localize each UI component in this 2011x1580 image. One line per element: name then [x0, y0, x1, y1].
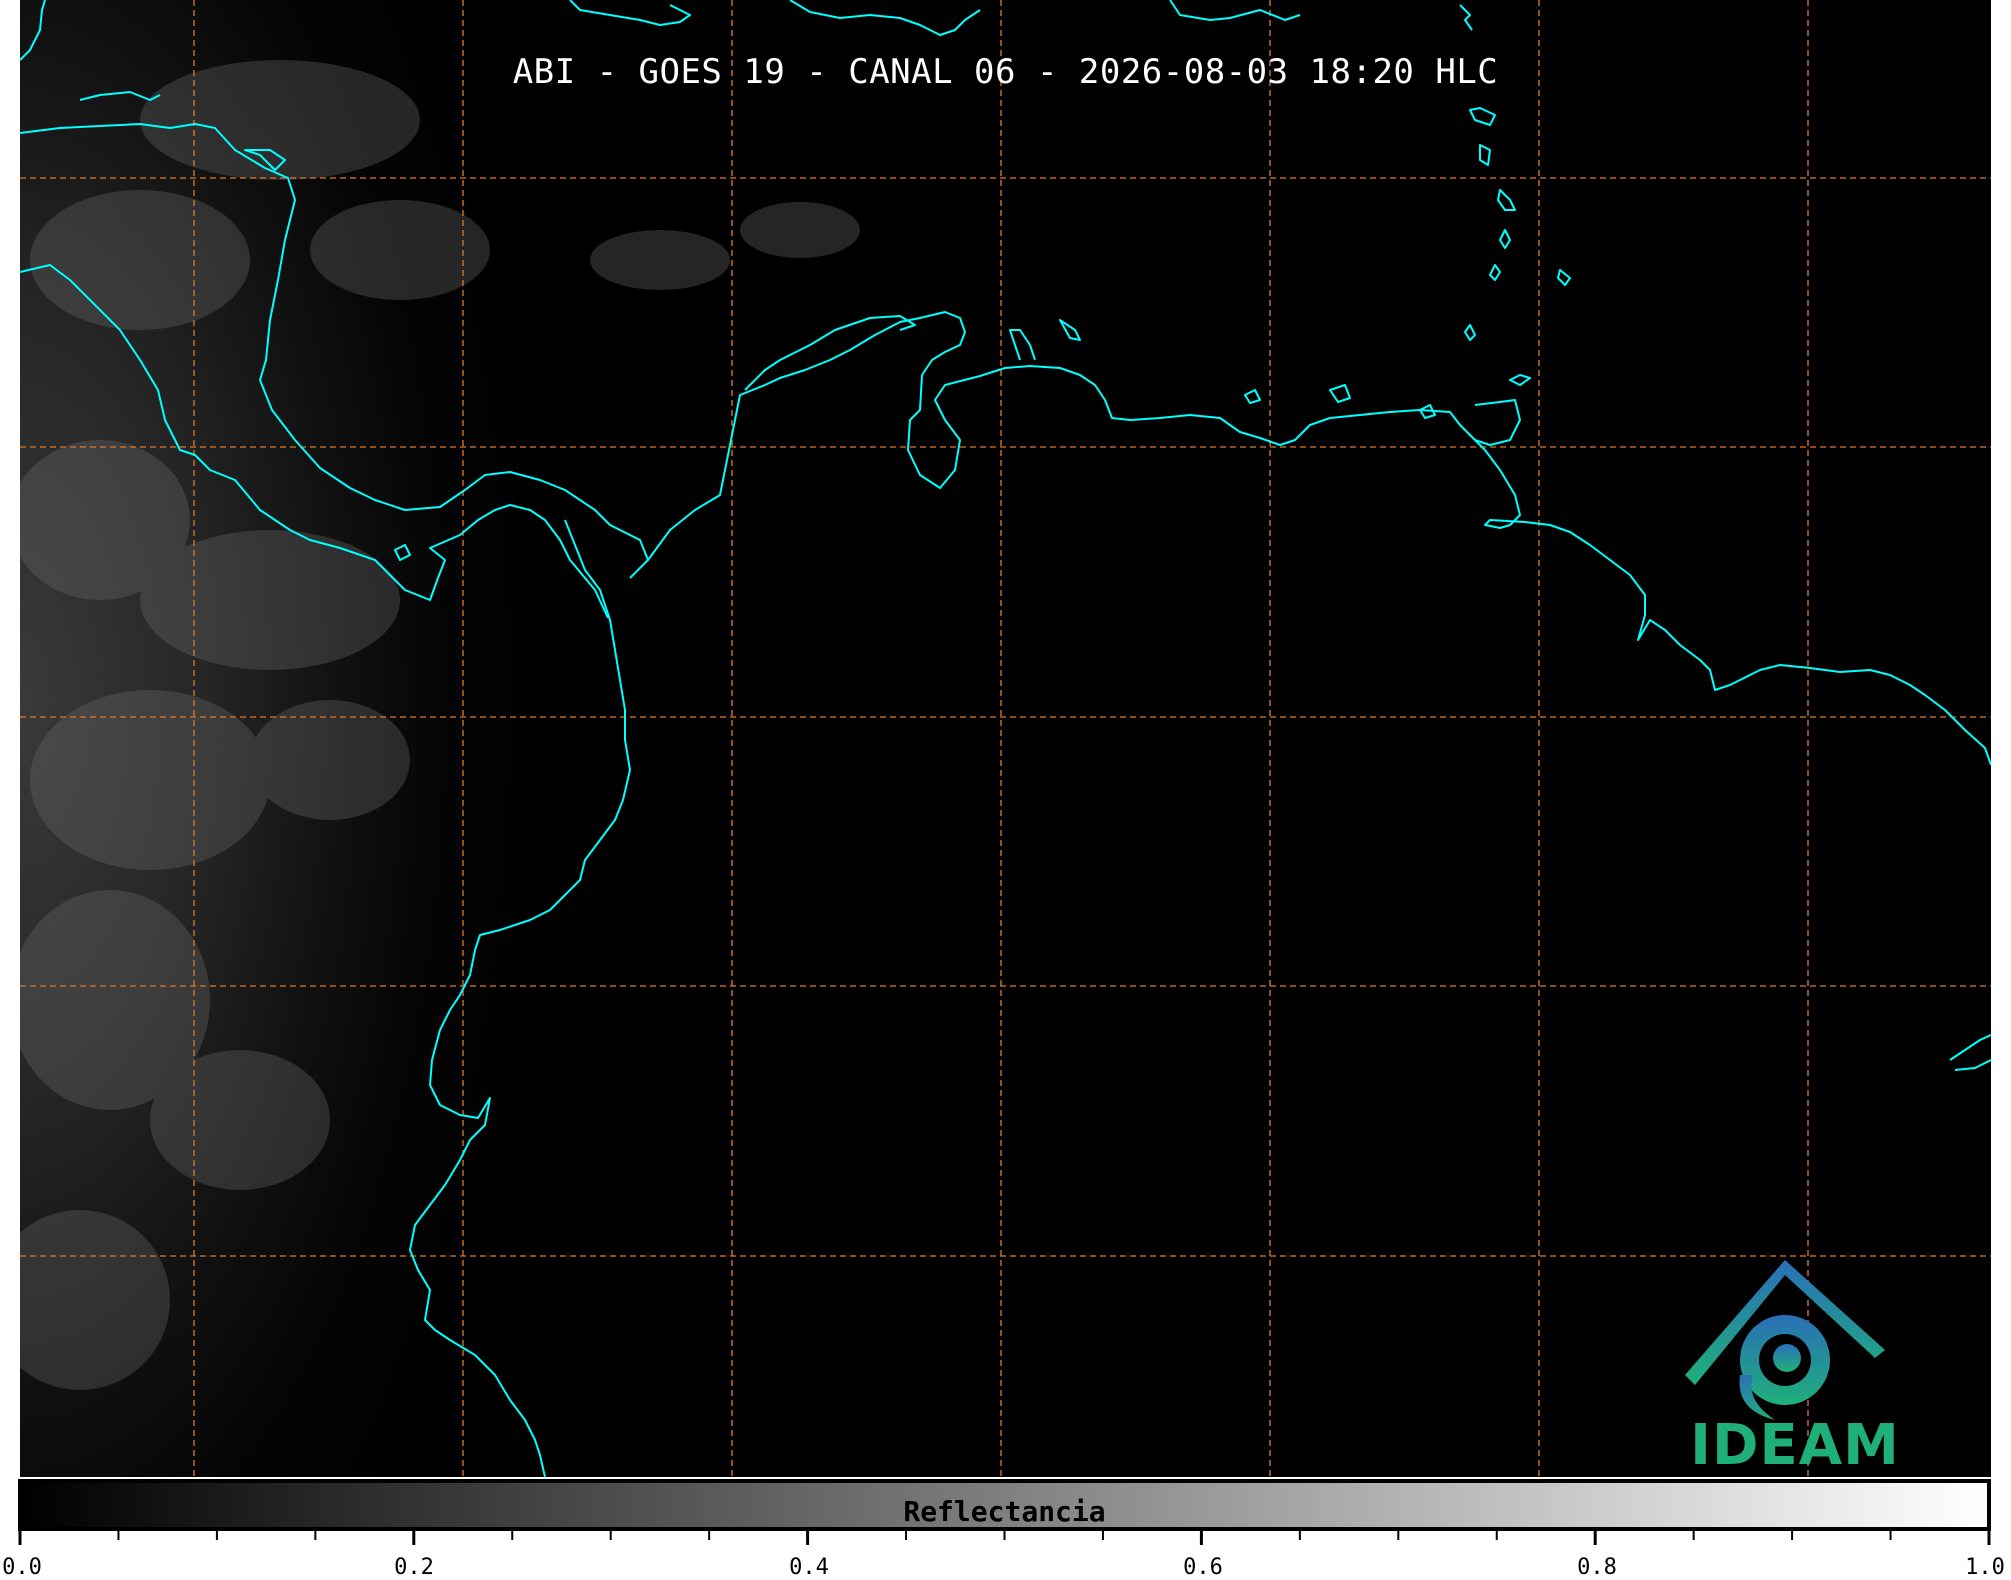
colorbar: Reflectancia — [18, 1479, 1991, 1531]
colorbar-tick-label: 0.6 — [1183, 1555, 1223, 1580]
colorbar-tick-label: 0.8 — [1577, 1555, 1617, 1580]
colorbar-ticks — [18, 1531, 1991, 1545]
satellite-map: ABI - GOES 19 - CANAL 06 - 2026-08-03 18… — [20, 0, 1991, 1477]
colorbar-tick-label: 0.2 — [394, 1555, 434, 1580]
colorbar-tick-label: 0.4 — [789, 1555, 829, 1580]
map-title: ABI - GOES 19 - CANAL 06 - 2026-08-03 18… — [512, 52, 1499, 92]
colorbar-tick-label: 1.0 — [1965, 1555, 2005, 1580]
ideam-logo-text: IDEAM — [1690, 1413, 1900, 1477]
colorbar-label: Reflectancia — [903, 1495, 1106, 1528]
colorbar-tick-label: 0.0 — [2, 1555, 42, 1580]
